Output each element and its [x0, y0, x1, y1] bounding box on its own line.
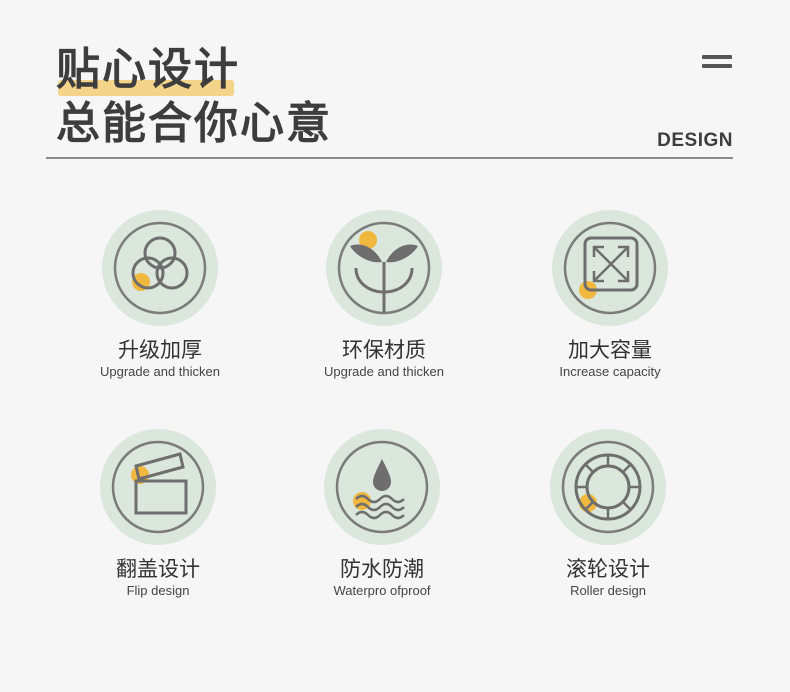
- feature-title: 滚轮设计: [566, 557, 650, 581]
- feature-disc: [326, 210, 442, 326]
- leaf-sprout-icon: [337, 221, 431, 315]
- feature-disc: [550, 429, 666, 545]
- feature-upgrade-thicken: 升级加厚 Upgrade and thicken: [70, 210, 250, 380]
- page-title-line-2: 总能合你心意: [56, 98, 332, 149]
- feature-disc: [324, 429, 440, 545]
- feature-subtitle: Upgrade and thicken: [100, 364, 220, 379]
- water-drop-icon: [335, 440, 429, 534]
- hamburger-icon[interactable]: [702, 55, 732, 71]
- feature-title: 加大容量: [568, 338, 652, 362]
- feature-disc: [100, 429, 216, 545]
- feature-subtitle: Flip design: [126, 583, 190, 598]
- feature-subtitle: Increase capacity: [559, 364, 661, 379]
- feature-title: 翻盖设计: [116, 557, 200, 581]
- feature-title: 防水防潮: [340, 557, 424, 581]
- feature-subtitle: Waterpro ofproof: [333, 583, 431, 598]
- header-divider: [46, 157, 733, 159]
- design-label: DESIGN: [657, 130, 733, 151]
- roller-wheel-icon: [561, 440, 655, 534]
- feature-disc: [102, 210, 218, 326]
- flip-lid-icon: [111, 440, 205, 534]
- feature-title: 升级加厚: [118, 338, 202, 362]
- feature-subtitle: Roller design: [570, 583, 646, 598]
- feature-eco-material: 环保材质 Upgrade and thicken: [294, 210, 474, 380]
- page-title-line-1: 贴心设计: [56, 44, 240, 95]
- feature-waterproof: 防水防潮 Waterpro ofproof: [292, 429, 472, 599]
- feature-flip-design: 翻盖设计 Flip design: [68, 429, 248, 599]
- feature-disc: [552, 210, 668, 326]
- feature-capacity: 加大容量 Increase capacity: [520, 210, 700, 380]
- thicken-circles-icon: [113, 221, 207, 315]
- feature-roller-design: 滚轮设计 Roller design: [518, 429, 698, 599]
- expand-arrows-icon: [563, 221, 657, 315]
- feature-subtitle: Upgrade and thicken: [324, 364, 444, 379]
- feature-title: 环保材质: [342, 338, 426, 362]
